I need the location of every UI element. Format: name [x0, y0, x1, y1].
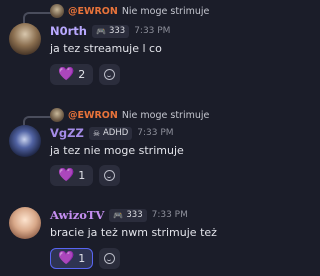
add-reaction-button[interactable]: [99, 248, 121, 269]
timestamp: 7:33 PM: [134, 26, 171, 36]
purple-heart-icon: 💜: [58, 251, 75, 266]
message-header: AwizoTV 🎮 333 7:33 PM: [50, 207, 188, 223]
reaction-count: 1: [78, 252, 86, 265]
reply-text: Nie moge strimuje: [121, 109, 210, 121]
smile-icon: [104, 253, 116, 264]
guild-tag[interactable]: ☠ ADHD: [88, 126, 133, 140]
reply-author[interactable]: @EWRON: [68, 6, 118, 17]
add-reaction-button[interactable]: [99, 165, 121, 186]
reply-reference[interactable]: @EWRON Nie moge strimuje: [50, 107, 209, 123]
reaction-heart[interactable]: 💜 1: [50, 165, 94, 186]
timestamp: 7:33 PM: [137, 128, 174, 138]
message-header: VgZZ ☠ ADHD 7:33 PM: [50, 125, 174, 141]
reply-author[interactable]: @EWRON: [68, 110, 118, 121]
avatar[interactable]: [9, 207, 41, 239]
add-reaction-button[interactable]: [99, 64, 121, 85]
guild-tag[interactable]: 🎮 333: [109, 208, 147, 222]
skull-icon: ☠: [92, 128, 100, 138]
reaction-count: 1: [78, 169, 86, 182]
purple-heart-icon: 💜: [58, 168, 75, 183]
reactions: 💜 1: [50, 165, 121, 186]
message-text: ja tez streamuje l co: [50, 42, 162, 55]
username[interactable]: VgZZ: [50, 126, 84, 140]
timestamp: 7:33 PM: [151, 210, 188, 220]
reaction-count: 2: [78, 68, 86, 81]
reactions: 💜 1: [50, 248, 121, 269]
controller-icon: 🎮: [95, 26, 106, 36]
controller-icon: 🎮: [113, 210, 124, 220]
purple-heart-icon: 💜: [58, 67, 75, 82]
tag-label: ADHD: [102, 128, 129, 138]
tag-label: 333: [108, 26, 126, 36]
reply-reference[interactable]: @EWRON Nie moge strimuje: [50, 3, 209, 19]
reply-avatar: [50, 108, 64, 122]
username[interactable]: N0rth: [50, 24, 87, 38]
smile-icon: [104, 170, 116, 181]
reaction-heart[interactable]: 💜 1: [50, 248, 94, 269]
username[interactable]: AwizoTV: [50, 208, 104, 222]
avatar[interactable]: [9, 23, 41, 55]
reply-text: Nie moge strimuje: [121, 5, 210, 17]
smile-icon: [104, 69, 116, 80]
guild-tag[interactable]: 🎮 333: [91, 24, 130, 38]
message-text: ja tez nie moge strimuje: [50, 144, 184, 157]
reply-avatar: [50, 4, 64, 18]
reactions: 💜 2: [50, 64, 121, 85]
tag-label: 333: [126, 210, 143, 220]
message-header: N0rth 🎮 333 7:33 PM: [50, 23, 170, 39]
reaction-heart[interactable]: 💜 2: [50, 64, 94, 85]
avatar[interactable]: [9, 125, 41, 157]
message-text: bracie ja też nwm strimuje też: [50, 226, 217, 239]
